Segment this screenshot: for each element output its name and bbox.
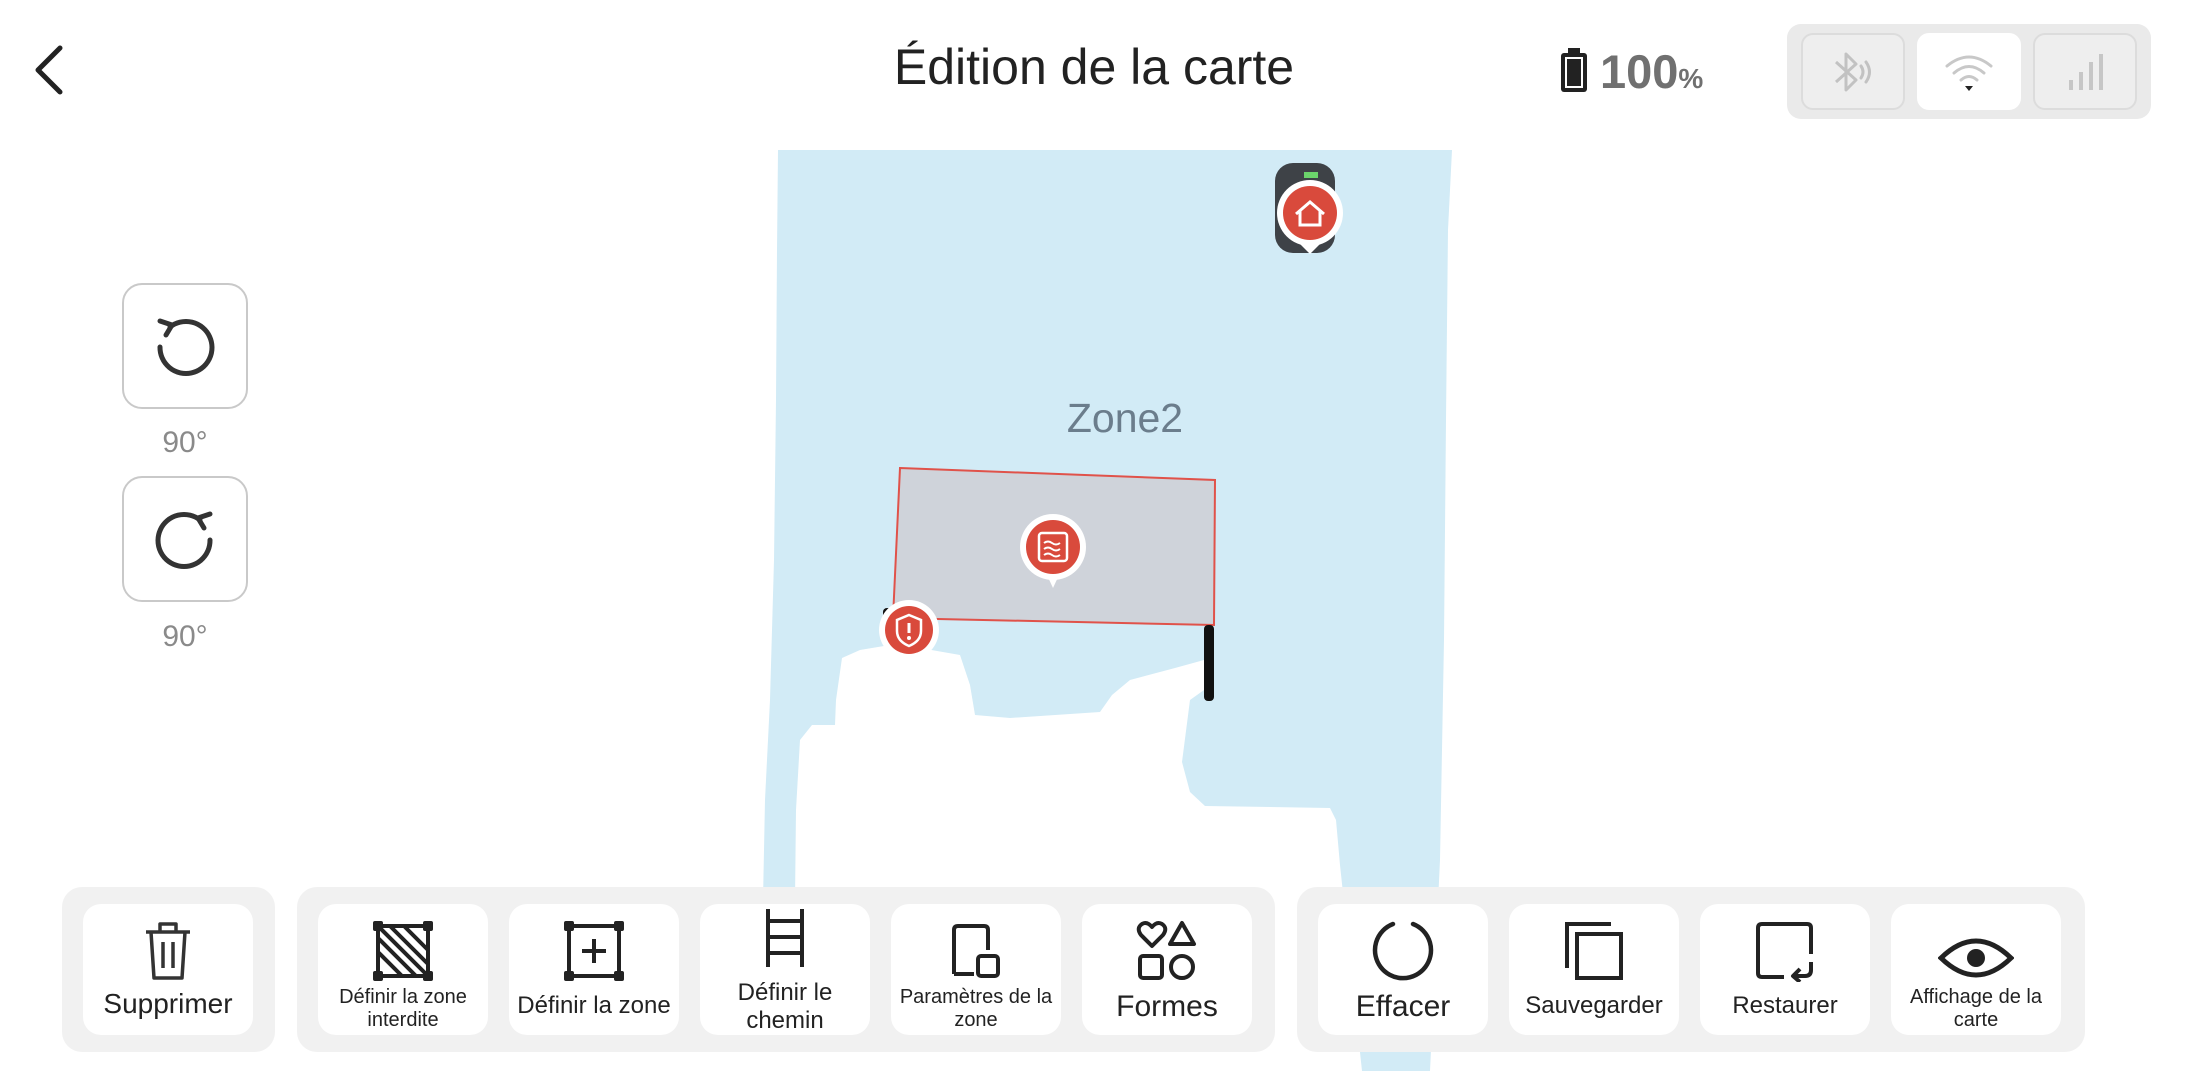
map-display-button[interactable]: Affichage de la carte [1891,904,2061,1035]
define-zone-button[interactable]: Définir la zone [509,904,679,1035]
define-path-button[interactable]: Définir le chemin [700,904,870,1035]
define-zone-icon [564,921,624,981]
rotate-clockwise-icon [155,511,213,569]
toolbar-group-delete: Supprimer [62,887,275,1052]
toolbar-group-actions: Effacer Sauvegarder Restaurer Affichage … [1297,887,2085,1052]
rotate-counterclockwise-icon [157,318,215,376]
save-copy-icon [1565,922,1623,980]
path-ladder-icon [766,909,804,967]
charging-station[interactable] [1275,163,1343,254]
connectivity-switcher [1787,24,2151,119]
clear-refresh-icon [1372,921,1434,981]
path-segment [1204,625,1214,701]
zone-settings-icon [952,924,1000,978]
zone-name-label: Zone2 [1066,395,1184,441]
delete-button[interactable]: Supprimer [83,904,253,1035]
shapes-button[interactable]: Formes [1082,904,1252,1035]
toolbar-group-zone-tools: Définir la zone interdite Définir la zon… [297,887,1275,1052]
eye-icon [1938,938,2014,978]
battery-level: 100% [1600,45,1704,98]
wifi-button[interactable] [1917,33,2021,110]
shield-warning-marker[interactable] [879,600,939,660]
wifi-icon [1945,55,1993,91]
rotate-clockwise-button[interactable] [122,476,248,602]
bluetooth-button[interactable] [1801,33,1905,110]
restore-icon [1756,922,1813,982]
cellular-signal-icon [2069,53,2103,90]
zone-settings-button[interactable]: Paramètres de la zone [891,904,1061,1035]
restore-button[interactable]: Restaurer [1700,904,1870,1035]
bluetooth-icon [1834,52,1871,91]
trash-icon [146,922,190,980]
battery-icon [1558,46,1590,94]
forbidden-zone-button[interactable]: Définir la zone interdite [318,904,488,1035]
rotate-counterclockwise-button[interactable] [122,283,248,409]
save-button[interactable]: Sauvegarder [1509,904,1679,1035]
forbidden-zone-icon [373,921,433,981]
rotate-clockwise-label: 90° [162,620,208,653]
cellular-button[interactable] [2033,33,2137,110]
clear-button[interactable]: Effacer [1318,904,1488,1035]
rotate-counterclockwise-label: 90° [162,426,208,459]
shapes-icon [1136,921,1196,980]
